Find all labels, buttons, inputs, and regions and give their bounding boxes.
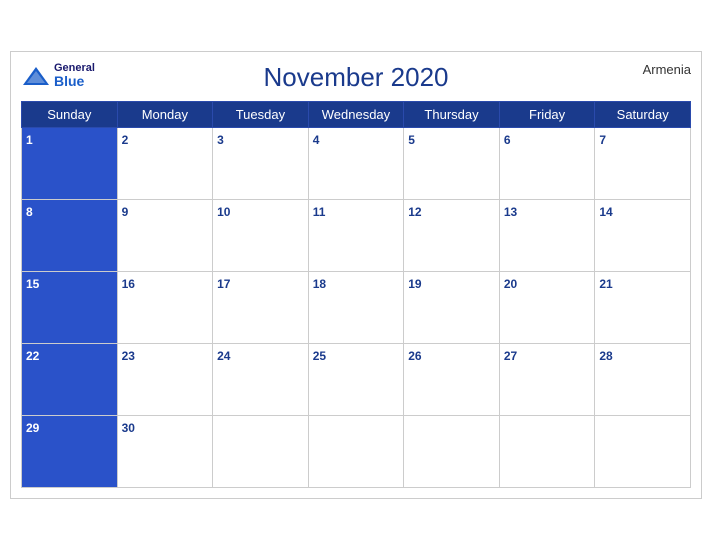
col-friday: Friday: [499, 102, 595, 128]
day-cell: 13: [499, 200, 595, 272]
day-cell: 22: [22, 344, 118, 416]
day-cell: [308, 416, 404, 488]
day-cell: 19: [404, 272, 500, 344]
date-number: 9: [122, 205, 129, 219]
day-cell: 9: [117, 200, 213, 272]
date-number: 8: [26, 205, 33, 219]
date-number: 5: [408, 133, 415, 147]
date-number: 15: [26, 277, 39, 291]
day-cell: 4: [308, 128, 404, 200]
date-number: 1: [26, 133, 33, 147]
logo-icon: [21, 65, 51, 87]
date-number: 30: [122, 421, 135, 435]
date-number: 27: [504, 349, 517, 363]
day-cell: 16: [117, 272, 213, 344]
date-number: 17: [217, 277, 230, 291]
day-cell: 26: [404, 344, 500, 416]
day-cell: 5: [404, 128, 500, 200]
date-number: 12: [408, 205, 421, 219]
month-title: November 2020: [264, 62, 449, 93]
col-tuesday: Tuesday: [213, 102, 309, 128]
day-cell: [499, 416, 595, 488]
day-cell: [213, 416, 309, 488]
day-cell: 14: [595, 200, 691, 272]
day-cell: 1: [22, 128, 118, 200]
date-number: 7: [599, 133, 606, 147]
week-row-5: 29 30: [22, 416, 691, 488]
col-monday: Monday: [117, 102, 213, 128]
country-label: Armenia: [643, 62, 691, 77]
week-row-1: 1 2 3 4 5 6 7: [22, 128, 691, 200]
week-row-3: 15 16 17 18 19 20 21: [22, 272, 691, 344]
date-number: 21: [599, 277, 612, 291]
day-cell: 6: [499, 128, 595, 200]
col-sunday: Sunday: [22, 102, 118, 128]
day-cell: 29: [22, 416, 118, 488]
date-number: 18: [313, 277, 326, 291]
calendar-header: General Blue November 2020 Armenia: [21, 62, 691, 93]
date-number: 3: [217, 133, 224, 147]
days-header-row: Sunday Monday Tuesday Wednesday Thursday…: [22, 102, 691, 128]
date-number: 16: [122, 277, 135, 291]
day-cell: 11: [308, 200, 404, 272]
date-number: 10: [217, 205, 230, 219]
date-number: 13: [504, 205, 517, 219]
day-cell: 8: [22, 200, 118, 272]
date-number: 11: [313, 205, 326, 219]
date-number: 19: [408, 277, 421, 291]
day-cell: 27: [499, 344, 595, 416]
logo-blue-text: Blue: [54, 74, 95, 89]
day-cell: 10: [213, 200, 309, 272]
day-cell: 20: [499, 272, 595, 344]
col-wednesday: Wednesday: [308, 102, 404, 128]
day-cell: 21: [595, 272, 691, 344]
day-cell: 12: [404, 200, 500, 272]
day-cell: [595, 416, 691, 488]
date-number: 25: [313, 349, 326, 363]
day-cell: 18: [308, 272, 404, 344]
day-cell: 30: [117, 416, 213, 488]
date-number: 22: [26, 349, 39, 363]
day-cell: 28: [595, 344, 691, 416]
calendar-body: 1234567891011121314151617181920212223242…: [22, 128, 691, 488]
date-number: 6: [504, 133, 511, 147]
day-cell: 3: [213, 128, 309, 200]
logo-area: General Blue: [21, 62, 95, 89]
date-number: 24: [217, 349, 230, 363]
date-number: 2: [122, 133, 129, 147]
date-number: 14: [599, 205, 612, 219]
col-saturday: Saturday: [595, 102, 691, 128]
day-cell: 24: [213, 344, 309, 416]
calendar: General Blue November 2020 Armenia Sunda…: [10, 51, 702, 499]
date-number: 20: [504, 277, 517, 291]
date-number: 28: [599, 349, 612, 363]
day-cell: [404, 416, 500, 488]
day-cell: 15: [22, 272, 118, 344]
col-thursday: Thursday: [404, 102, 500, 128]
date-number: 4: [313, 133, 320, 147]
week-row-4: 22 23 24 25 26 27 28: [22, 344, 691, 416]
date-number: 29: [26, 421, 39, 435]
date-number: 26: [408, 349, 421, 363]
date-number: 23: [122, 349, 135, 363]
day-cell: 23: [117, 344, 213, 416]
day-cell: 17: [213, 272, 309, 344]
day-cell: 25: [308, 344, 404, 416]
calendar-table: Sunday Monday Tuesday Wednesday Thursday…: [21, 101, 691, 488]
week-row-2: 8 9 10 11 12 13 14: [22, 200, 691, 272]
day-cell: 7: [595, 128, 691, 200]
day-cell: 2: [117, 128, 213, 200]
